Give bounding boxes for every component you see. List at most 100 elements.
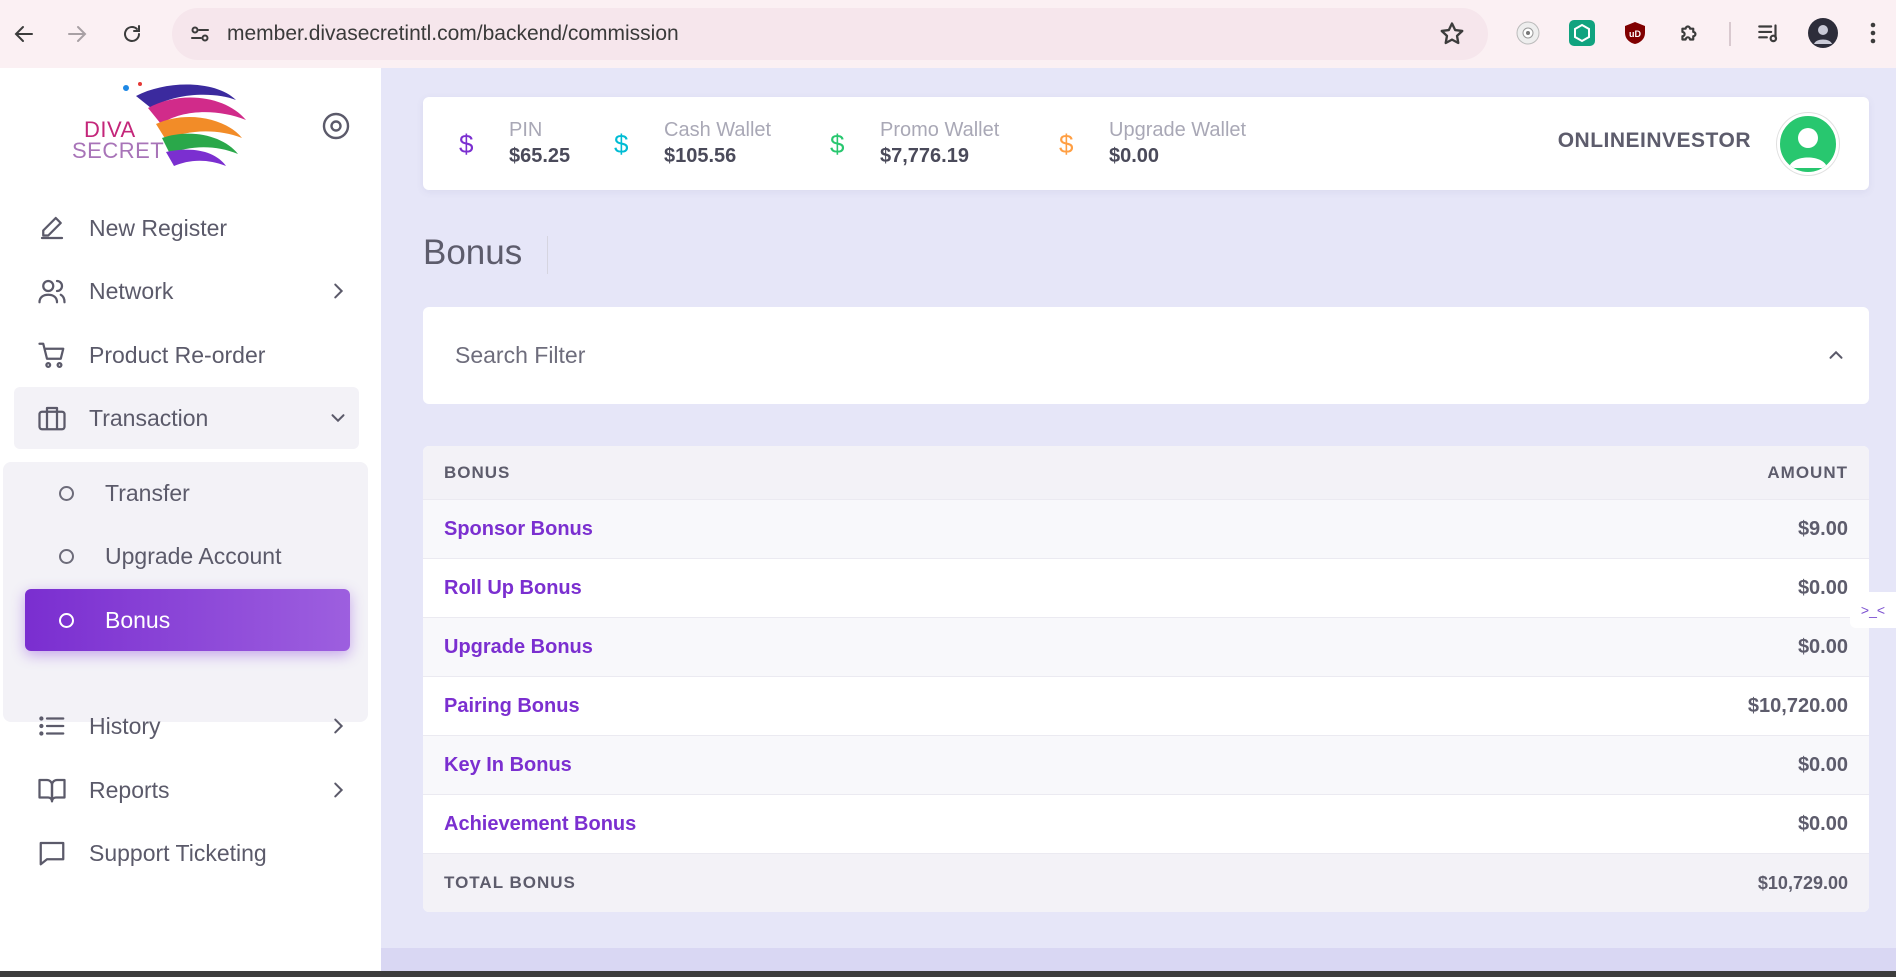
profile-avatar-icon[interactable] (1808, 18, 1838, 48)
media-control-icon[interactable] (1754, 18, 1784, 48)
search-filter-card[interactable]: Search Filter (423, 307, 1869, 404)
browser-menu-icon[interactable] (1858, 18, 1888, 48)
wallet-upgrade: $ Upgrade Wallet $0.00 (1059, 119, 1279, 169)
wallet-label: Cash Wallet (664, 119, 772, 141)
bonus-amount: $10,720.00 (1747, 695, 1848, 717)
wallet-pin: $ PIN $65.25 (459, 119, 599, 169)
bookmark-star-icon[interactable] (1438, 20, 1466, 48)
submenu-item-upgrade-account[interactable]: Upgrade Account (25, 525, 350, 587)
title-divider (547, 236, 548, 274)
wallet-value: $7,776.19 (880, 145, 969, 167)
briefcase-icon (36, 402, 68, 434)
transaction-submenu: Transfer Upgrade Account Bonus (3, 462, 368, 722)
reload-icon[interactable] (115, 17, 149, 51)
book-icon (36, 774, 68, 806)
logo-text-secret: SECRET (72, 138, 165, 163)
window-bottom-edge (0, 971, 1896, 977)
sidebar-item-label: Network (89, 277, 174, 304)
extension-eye-icon[interactable] (1513, 18, 1543, 48)
wallet-cash: $ Cash Wallet $105.56 (614, 119, 794, 169)
browser-toolbar: member.divasecretintl.com/backend/commis… (0, 0, 1896, 68)
sidebar-item-label: Support Ticketing (89, 839, 267, 866)
sidebar-item-reports[interactable]: Reports (14, 759, 359, 821)
bonus-name-link[interactable]: Achievement Bonus (444, 813, 636, 836)
sidebar-item-label: History (89, 712, 161, 739)
main-content: $ PIN $65.25 $ Cash Wallet $105.56 $ Pro… (381, 68, 1896, 977)
bonus-name-link[interactable]: Sponsor Bonus (444, 518, 593, 541)
user-icon (1789, 128, 1827, 168)
wallet-bar: $ PIN $65.25 $ Cash Wallet $105.56 $ Pro… (423, 97, 1869, 190)
sidebar-item-network[interactable]: Network (14, 260, 359, 322)
sidebar-toggle-icon[interactable] (320, 110, 352, 142)
chevron-right-icon (334, 718, 344, 734)
sidebar-item-label: Product Re-order (89, 341, 266, 368)
bonus-name-link[interactable]: Pairing Bonus (444, 695, 580, 718)
table-row: Pairing Bonus $10,720.00 (423, 677, 1869, 736)
cart-icon (36, 339, 68, 371)
column-header-bonus: BONUS (444, 463, 511, 482)
list-icon (36, 710, 68, 742)
bonus-amount: $0.00 (1797, 813, 1848, 835)
message-icon (36, 837, 68, 869)
sidebar-item-label: Transaction (89, 404, 209, 431)
edit-icon (36, 212, 68, 244)
bonus-amount: $0.00 (1797, 754, 1848, 776)
avatar[interactable] (1777, 113, 1839, 175)
chevron-right-icon (334, 283, 344, 299)
submenu-item-transfer[interactable]: Transfer (25, 462, 350, 524)
wallet-value: $0.00 (1109, 145, 1160, 167)
page-title: Bonus (423, 233, 523, 272)
customizer-toggle-icon[interactable]: >_< (1850, 592, 1896, 628)
site-info-icon[interactable] (184, 18, 216, 50)
sidebar-item-label: New Register (89, 214, 228, 241)
sidebar-item-transaction[interactable]: Transaction (14, 387, 359, 449)
sidebar-item-product-reorder[interactable]: Product Re-order (14, 324, 359, 386)
total-label: TOTAL BONUS (444, 873, 576, 892)
circle-icon (59, 612, 74, 628)
sidebar-item-support-ticketing[interactable]: Support Ticketing (14, 822, 359, 884)
svg-text:uD: uD (1629, 29, 1641, 39)
extensions-puzzle-icon[interactable] (1675, 18, 1705, 48)
circle-icon (59, 548, 74, 564)
table-row: Achievement Bonus $0.00 (423, 795, 1869, 854)
chevron-right-icon (334, 782, 344, 798)
column-header-amount: AMOUNT (1767, 463, 1848, 482)
sidebar-item-history[interactable]: History (14, 695, 359, 757)
total-amount: $10,729.00 (1757, 873, 1848, 893)
extension-chatgpt-icon[interactable] (1567, 18, 1597, 48)
submenu-item-bonus[interactable]: Bonus (25, 589, 350, 651)
dollar-icon: $ (830, 129, 845, 159)
dollar-icon: $ (614, 129, 629, 159)
user-name[interactable]: ONLINEINVESTOR (1558, 129, 1751, 153)
bonus-name-link[interactable]: Upgrade Bonus (444, 636, 593, 659)
extension-ublock-icon[interactable]: uD (1620, 18, 1650, 48)
forward-icon[interactable] (60, 17, 94, 51)
bonus-name-link[interactable]: Roll Up Bonus (444, 577, 582, 600)
sidebar-item-new-register[interactable]: New Register (14, 197, 359, 259)
bonus-amount: $9.00 (1797, 518, 1848, 540)
wallet-promo: $ Promo Wallet $7,776.19 (830, 119, 1030, 169)
wallet-label: PIN (509, 119, 543, 141)
bonus-name-link[interactable]: Key In Bonus (444, 754, 572, 777)
table-header: BONUS AMOUNT (423, 446, 1869, 500)
submenu-item-label: Bonus (105, 606, 171, 633)
bonus-amount: $0.00 (1797, 577, 1848, 599)
sidebar: DIVA SECRET New Register Network Product… (0, 68, 381, 977)
chevron-down-icon (331, 414, 345, 423)
back-icon[interactable] (7, 17, 41, 51)
bonus-table: BONUS AMOUNT Sponsor Bonus $9.00 Roll Up… (423, 446, 1869, 912)
dollar-icon: $ (1059, 129, 1074, 159)
table-row: Upgrade Bonus $0.00 (423, 618, 1869, 677)
submenu-item-label: Transfer (105, 479, 190, 506)
submenu-item-label: Upgrade Account (105, 542, 282, 569)
chevron-up-icon[interactable] (1825, 344, 1847, 366)
table-total-row: TOTAL BONUS $10,729.00 (423, 854, 1869, 912)
dollar-icon: $ (459, 129, 474, 159)
address-bar[interactable]: member.divasecretintl.com/backend/commis… (172, 8, 1488, 60)
url-text: member.divasecretintl.com/backend/commis… (227, 22, 679, 45)
wallet-value: $105.56 (664, 145, 737, 167)
table-row: Roll Up Bonus $0.00 (423, 559, 1869, 618)
wallet-value: $65.25 (509, 145, 571, 167)
bonus-amount: $0.00 (1797, 636, 1848, 658)
toolbar-divider (1729, 22, 1731, 46)
